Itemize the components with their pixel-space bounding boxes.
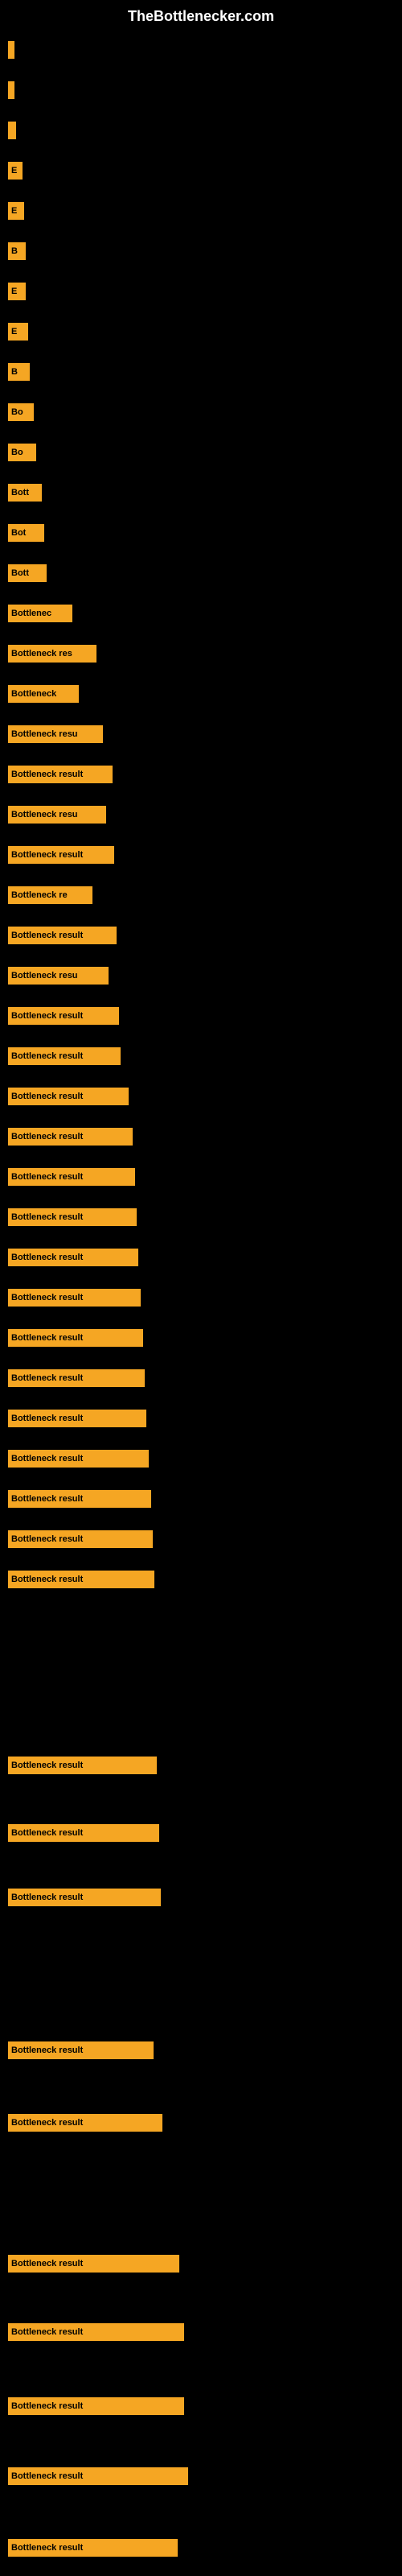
bar-item: Bottleneck result <box>8 1571 154 1588</box>
bar-item: Bottleneck result <box>8 2539 178 2557</box>
bar-item: Bottleneck result <box>8 1450 149 1468</box>
bar-item: Bottleneck result <box>8 1530 153 1548</box>
bar-item: Bottleneck result <box>8 1047 121 1065</box>
bar-item: Bott <box>8 484 42 502</box>
bar-item: Bottleneck <box>8 685 79 703</box>
bar-item: Bottleneck result <box>8 1824 159 1842</box>
bar-item: Bottleneck result <box>8 1289 141 1307</box>
bar-item: Bottleneck result <box>8 846 114 864</box>
bar-item <box>8 81 14 99</box>
site-title: TheBottlenecker.com <box>0 0 402 29</box>
bar-item: Bottleneck result <box>8 2041 154 2059</box>
bar-item <box>8 122 16 139</box>
bar-item: E <box>8 323 28 341</box>
bar-item: Bottleneck result <box>8 1369 145 1387</box>
bar-item: E <box>8 283 26 300</box>
bar-item: Bottleneck result <box>8 1490 151 1508</box>
bar-item: Bott <box>8 564 47 582</box>
bar-item <box>8 41 14 59</box>
bar-item: Bottleneck result <box>8 2397 184 2415</box>
bar-item: Bottleneck res <box>8 645 96 663</box>
bar-item: Bottleneck re <box>8 886 92 904</box>
bar-item: Bottleneck resu <box>8 806 106 824</box>
bar-item: Bottleneck result <box>8 1329 143 1347</box>
bar-item: Bottleneck result <box>8 1088 129 1105</box>
bar-item: Bottlenec <box>8 605 72 622</box>
bar-item: Bo <box>8 403 34 421</box>
bar-item: Bottleneck result <box>8 1168 135 1186</box>
bar-item: Bottleneck resu <box>8 725 103 743</box>
bar-item: Bottleneck result <box>8 2114 162 2132</box>
bar-item: Bottleneck result <box>8 1128 133 1146</box>
bar-item: Bottleneck result <box>8 1249 138 1266</box>
bar-item: Bottleneck result <box>8 927 117 944</box>
bar-item: E <box>8 202 24 220</box>
bar-item: Bot <box>8 524 44 542</box>
bar-item: B <box>8 242 26 260</box>
bar-item: Bottleneck result <box>8 766 113 783</box>
bar-item: Bottleneck resu <box>8 967 109 985</box>
bar-item: Bottleneck result <box>8 1410 146 1427</box>
bar-item: Bottleneck result <box>8 2255 179 2273</box>
bar-item: Bottleneck result <box>8 1889 161 1906</box>
bar-item: Bo <box>8 444 36 461</box>
bar-item: B <box>8 363 30 381</box>
bar-item: E <box>8 162 23 180</box>
bar-item: Bottleneck result <box>8 1007 119 1025</box>
bar-item: Bottleneck result <box>8 1757 157 1774</box>
bar-item: Bottleneck result <box>8 2323 184 2341</box>
bar-item: Bottleneck result <box>8 2467 188 2485</box>
bar-item: Bottleneck result <box>8 1208 137 1226</box>
